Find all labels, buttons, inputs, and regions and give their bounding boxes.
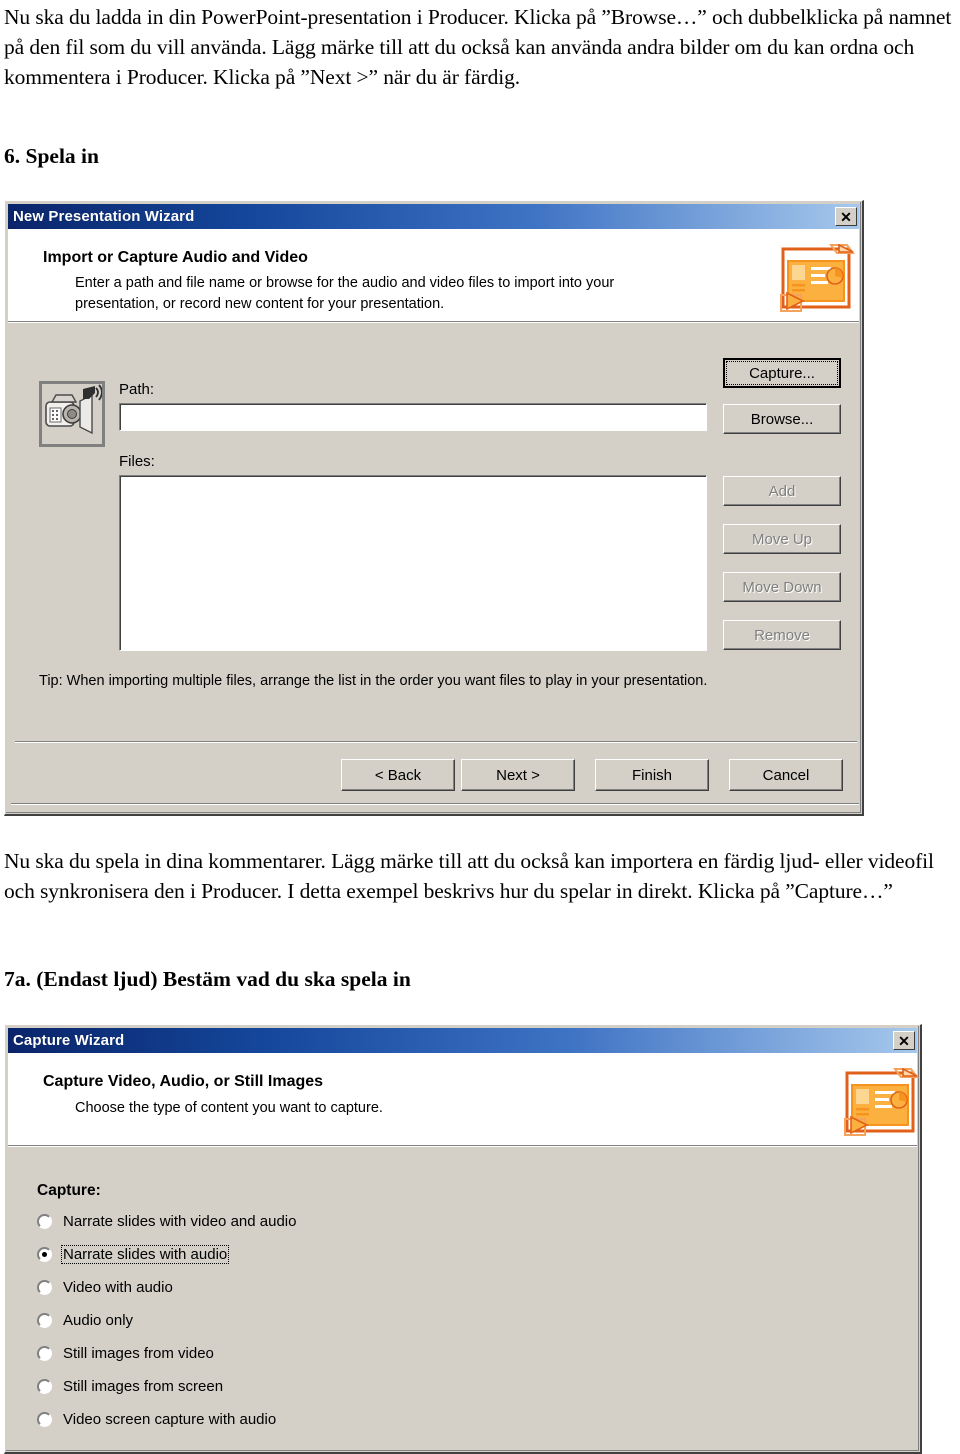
tip-text: Tip: When importing multiple files, arra… (39, 673, 708, 689)
wizard-header-subtitle-line2: presentation, or record new content for … (75, 296, 445, 312)
radio-narrate-slides-with-audio[interactable]: Narrate slides with audio (37, 1243, 230, 1265)
radio-label: Audio only (63, 1311, 134, 1329)
wizard-header-title: Capture Video, Audio, or Still Images (43, 1073, 324, 1090)
dialog-bottom-bevel (11, 803, 859, 805)
radio-still-images-from-video[interactable]: Still images from video (37, 1342, 216, 1364)
middle-paragraph: Nu ska du spela in dina kommentarer. Läg… (4, 849, 934, 903)
path-input[interactable] (119, 403, 707, 431)
radio-icon (37, 1378, 52, 1394)
radio-label: Video screen capture with audio (63, 1410, 277, 1428)
radio-icon (37, 1213, 52, 1229)
finish-button-label: Finish (631, 766, 672, 784)
path-input-bevel (120, 404, 706, 430)
cancel-button[interactable]: Cancel (729, 759, 843, 791)
move-up-button-label: Move Up (751, 530, 813, 548)
cancel-button-label: Cancel (762, 766, 810, 784)
header-separator (8, 1145, 917, 1147)
new-presentation-wizard-dialog: New Presentation Wizard ✕ Import or Capt… (4, 200, 864, 816)
remove-button-label: Remove (754, 626, 810, 644)
intro-paragraph: Nu ska du ladda in din PowerPoint-presen… (4, 5, 952, 89)
finish-button[interactable]: Finish (595, 759, 709, 791)
files-listbox-bevel (120, 476, 706, 650)
window-title: New Presentation Wizard (13, 208, 195, 225)
titlebar[interactable]: Capture Wizard ✕ (8, 1028, 917, 1053)
producer-slide-icon (837, 1067, 920, 1139)
footer-separator (15, 741, 857, 743)
next-button-label: Next > (496, 766, 540, 784)
radio-icon (37, 1246, 52, 1262)
radio-icon (37, 1345, 52, 1361)
radio-label: Narrate slides with video and audio (63, 1212, 297, 1230)
radio-label: Still images from screen (63, 1377, 224, 1395)
capture-group-label: Capture: (37, 1182, 101, 1199)
browse-button[interactable]: Browse... (723, 404, 841, 434)
capture-button-label: Capture... (749, 364, 815, 382)
path-label: Path: (119, 381, 155, 398)
files-listbox[interactable] (119, 475, 707, 651)
radio-still-images-from-screen[interactable]: Still images from screen (37, 1375, 225, 1397)
files-label: Files: (119, 453, 155, 470)
wizard-header-subtitle-line1: Choose the type of content you want to c… (75, 1100, 383, 1116)
header-separator (8, 321, 859, 323)
add-button-label: Add (768, 482, 796, 500)
wizard-header-title: Import or Capture Audio and Video (43, 249, 308, 266)
radio-label: Narrate slides with audio (61, 1244, 230, 1264)
radio-video-with-audio[interactable]: Video with audio (37, 1276, 175, 1298)
radio-icon (37, 1279, 52, 1295)
window-title: Capture Wizard (13, 1032, 125, 1049)
producer-slide-icon (773, 243, 861, 315)
section-heading-6: 6. Spela in (4, 144, 99, 168)
move-up-button[interactable]: Move Up (723, 524, 841, 554)
wizard-header-subtitle-line1: Enter a path and file name or browse for… (75, 275, 615, 291)
browse-button-label: Browse... (750, 410, 814, 428)
radio-label: Video with audio (63, 1278, 173, 1296)
move-down-button-label: Move Down (742, 578, 822, 596)
back-button-label: < Back (374, 766, 422, 784)
back-button[interactable]: < Back (341, 759, 455, 791)
close-icon[interactable]: ✕ (893, 1031, 915, 1050)
radio-video-screen-capture-with-audio[interactable]: Video screen capture with audio (37, 1408, 278, 1430)
titlebar[interactable]: New Presentation Wizard ✕ (8, 204, 859, 229)
move-down-button[interactable]: Move Down (723, 572, 841, 602)
radio-icon (37, 1411, 52, 1427)
camcorder-icon (39, 381, 105, 447)
next-button[interactable]: Next > (461, 759, 575, 791)
remove-button[interactable]: Remove (723, 620, 841, 650)
radio-icon (37, 1312, 52, 1328)
add-button[interactable]: Add (723, 476, 841, 506)
close-icon[interactable]: ✕ (835, 207, 857, 226)
radio-label: Still images from video (63, 1344, 214, 1362)
radio-narrate-slides-with-video-and-audio[interactable]: Narrate slides with video and audio (37, 1210, 298, 1232)
capture-wizard-dialog: Capture Wizard ✕ Capture Video, Audio, o… (4, 1024, 922, 1454)
capture-button[interactable]: Capture... (723, 358, 841, 388)
radio-audio-only[interactable]: Audio only (37, 1309, 135, 1331)
section-heading-7a: 7a. (Endast ljud) Bestäm vad du ska spel… (4, 967, 411, 991)
